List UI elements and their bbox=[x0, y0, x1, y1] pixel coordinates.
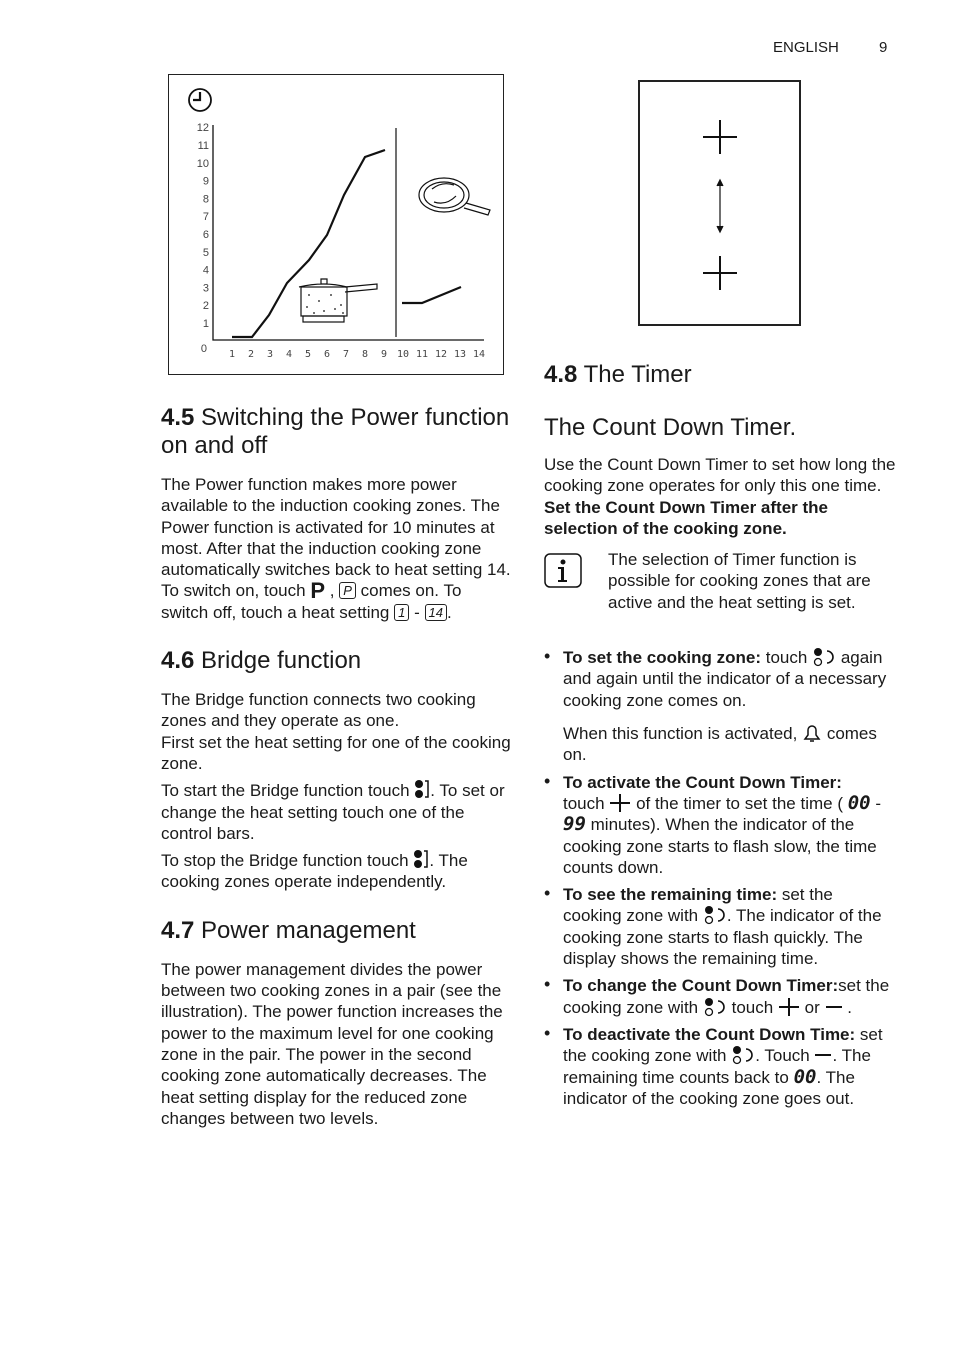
bridge-icon bbox=[414, 850, 429, 869]
section-4-6-heading: 4.6 Bridge function bbox=[161, 647, 362, 675]
bridge-text-3: To start the Bridge function touch . To … bbox=[161, 778, 513, 844]
section-4-5-heading: 4.5 Switching the Power function on and … bbox=[161, 404, 510, 459]
timer-steps: To set the cooking zone: touch again and… bbox=[544, 646, 896, 1109]
step-see-remaining: To see the remaining time: set the cooki… bbox=[544, 883, 896, 969]
zone-select-icon bbox=[704, 906, 725, 925]
x-tick-label: 11 bbox=[416, 349, 428, 360]
x-tick-label: 8 bbox=[362, 349, 368, 360]
y-tick-label: 12 bbox=[197, 122, 209, 134]
saucepan-icon bbox=[298, 278, 378, 323]
power-symbol: P bbox=[310, 578, 325, 604]
y-tick-label: 10 bbox=[197, 158, 209, 170]
y-tick-label: 11 bbox=[198, 140, 209, 152]
minus-icon bbox=[815, 1054, 832, 1057]
page-number: 9 bbox=[879, 39, 888, 56]
timer-control-illustration bbox=[638, 80, 801, 326]
section-4-7-heading: 4.7 Power management bbox=[161, 916, 416, 944]
bridge-icon bbox=[415, 780, 430, 799]
power-display-icon: P bbox=[339, 582, 356, 600]
y-tick-label: 7 bbox=[203, 211, 209, 223]
x-tick-label: 7 bbox=[343, 349, 349, 360]
y-tick-label: 5 bbox=[203, 247, 209, 259]
section-4-8-heading: 4.8 The Timer bbox=[544, 361, 692, 388]
bridge-text-4: To stop the Bridge function touch . The … bbox=[161, 848, 513, 893]
plus-icon bbox=[703, 256, 737, 290]
step-activate-timer: To activate the Count Down Timer:touch o… bbox=[544, 771, 896, 878]
plus-icon bbox=[703, 120, 737, 154]
x-tick-label: 6 bbox=[324, 349, 330, 360]
step-set-cooking-zone: To set the cooking zone: touch again and… bbox=[544, 646, 896, 765]
language-label: ENGLISH bbox=[773, 39, 839, 56]
x-tick-label: 13 bbox=[454, 349, 466, 360]
info-note: The selection of Timer function is possi… bbox=[544, 549, 896, 629]
power-management-text: The power management divides the power b… bbox=[161, 959, 503, 1128]
y-tick-label: 6 bbox=[203, 229, 209, 241]
timer-intro: Use the Count Down Timer to set how long… bbox=[544, 455, 896, 496]
display-00: 00 bbox=[793, 1065, 817, 1088]
x-tick-label: 1 bbox=[229, 349, 235, 360]
reduced-curve bbox=[402, 285, 462, 305]
y-tick-label: 8 bbox=[203, 193, 209, 205]
double-arrow-icon bbox=[716, 178, 724, 234]
y-tick-label: 1 bbox=[203, 318, 209, 330]
y-tick-label: 2 bbox=[203, 300, 209, 312]
x-tick-label: 14 bbox=[473, 349, 485, 360]
zone-select-icon bbox=[733, 1046, 754, 1065]
plus-icon bbox=[610, 793, 631, 812]
step-deactivate-timer: To deactivate the Count Down Time: set t… bbox=[544, 1023, 896, 1109]
power-function-text: The Power function makes more power avai… bbox=[161, 475, 511, 622]
power-curve bbox=[232, 148, 386, 339]
heat-setting-1-icon: 1 bbox=[394, 603, 410, 621]
x-tick-label: 2 bbox=[248, 349, 254, 360]
zone-select-icon bbox=[813, 648, 834, 667]
x-tick-label: 5 bbox=[305, 349, 311, 360]
display-99: 99 bbox=[563, 813, 586, 836]
x-tick-label: 10 bbox=[397, 349, 409, 360]
bridge-text-1: The Bridge function connects two cooking… bbox=[161, 690, 476, 731]
y-tick-label: 0 bbox=[201, 343, 207, 355]
y-tick-label: 4 bbox=[203, 265, 209, 277]
minus-icon bbox=[825, 1005, 842, 1008]
x-tick-label: 12 bbox=[435, 349, 447, 360]
frying-pan-icon bbox=[418, 177, 491, 216]
plus-icon bbox=[778, 997, 799, 1016]
y-tick-label: 3 bbox=[203, 282, 209, 294]
bridge-text-2: First set the heat setting for one of th… bbox=[161, 732, 511, 773]
x-tick-label: 9 bbox=[381, 349, 387, 360]
clock-icon bbox=[188, 88, 212, 112]
display-00: 00 bbox=[847, 791, 871, 814]
heat-setting-14-icon: 14 bbox=[424, 603, 447, 621]
x-tick-label: 4 bbox=[286, 349, 292, 360]
y-tick-label: 9 bbox=[203, 176, 209, 188]
bell-icon bbox=[803, 725, 821, 742]
power-function-illustration: 0 1 2 3 4 5 6 7 8 9 10 11 12 1 2 3 4 5 6 7 8 9 10 11 12 13 14 bbox=[168, 74, 504, 375]
info-icon bbox=[544, 553, 582, 588]
step-change-timer: To change the Count Down Timer:set the c… bbox=[544, 974, 896, 1018]
count-down-timer-heading: The Count Down Timer. bbox=[544, 414, 797, 441]
timer-instruction: Set the Count Down Timer after the selec… bbox=[544, 497, 828, 538]
x-tick-label: 3 bbox=[267, 349, 273, 360]
axes bbox=[212, 125, 484, 341]
zone-select-icon bbox=[704, 997, 725, 1016]
